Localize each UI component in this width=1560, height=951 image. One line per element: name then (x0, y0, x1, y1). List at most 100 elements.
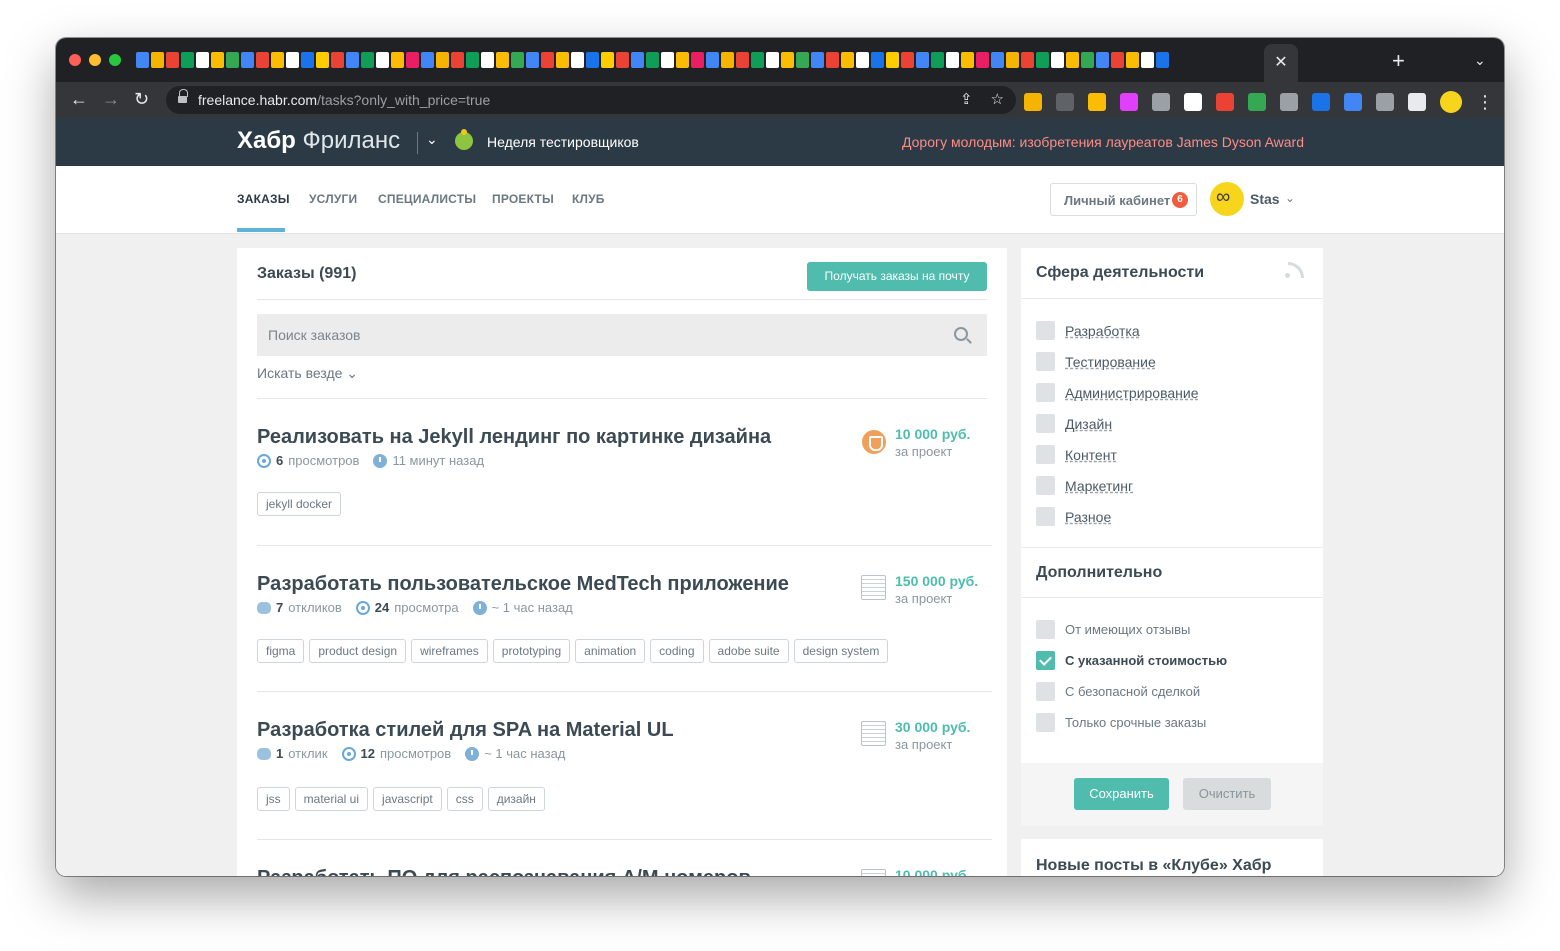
tab-favicon-icon[interactable] (1006, 52, 1019, 68)
forward-arrow-icon[interactable]: → (102, 88, 120, 110)
tag[interactable]: дизайн (487, 787, 545, 811)
personal-cabinet-button[interactable]: Личный кабинет 6 (1050, 183, 1197, 216)
tag[interactable]: jekyll docker (257, 492, 342, 516)
extension-icon[interactable] (1024, 93, 1042, 111)
extension-icon[interactable] (1312, 93, 1330, 111)
tab-favicon-icon[interactable] (421, 52, 434, 68)
tag[interactable]: coding (650, 639, 704, 663)
tab-favicon-icon[interactable] (376, 52, 389, 68)
tab-favicon-icon[interactable] (676, 52, 689, 68)
tab-favicon-icon[interactable] (556, 52, 569, 68)
category-checkbox[interactable]: Разное (1036, 507, 1111, 526)
tab-favicon-icon[interactable] (1081, 52, 1094, 68)
tab-favicon-icon[interactable] (496, 52, 509, 68)
tab-favicon-icon[interactable] (706, 52, 719, 68)
task-title[interactable]: Разработать ПО для распознавания А/М ном… (257, 867, 751, 876)
checkbox[interactable] (1036, 682, 1055, 701)
checkbox[interactable] (1036, 476, 1055, 495)
close-window-button[interactable] (69, 54, 81, 66)
tab-favicon-icon[interactable] (241, 52, 254, 68)
active-tab[interactable]: ✕ (1264, 44, 1298, 82)
nav-services[interactable]: УСЛУГИ (309, 192, 357, 206)
tab-favicon-icon[interactable] (526, 52, 539, 68)
reload-icon[interactable]: ↻ (134, 88, 149, 110)
extension-icon[interactable] (1376, 93, 1394, 111)
extra-filter-checkbox[interactable]: С указанной стоимостью (1036, 651, 1227, 670)
url-text[interactable]: freelance.habr.com/tasks?only_with_price… (198, 92, 490, 108)
checkbox[interactable] (1036, 321, 1055, 340)
address-bar[interactable]: freelance.habr.com/tasks?only_with_price… (166, 86, 1016, 114)
nav-projects[interactable]: ПРОЕКТЫ (492, 192, 554, 206)
task-title[interactable]: Разработка стилей для SPA на Material UL (257, 719, 674, 742)
tab-favicon-icon[interactable] (886, 52, 899, 68)
tab-favicon-icon[interactable] (361, 52, 374, 68)
tab-favicon-icon[interactable] (301, 52, 314, 68)
nav-specialists[interactable]: СПЕЦИАЛИСТЫ (378, 192, 476, 206)
checkbox[interactable] (1036, 620, 1055, 639)
checkbox[interactable] (1036, 352, 1055, 371)
tab-favicon-icon[interactable] (976, 52, 989, 68)
tab-favicon-icon[interactable] (1111, 52, 1124, 68)
category-checkbox[interactable]: Маркетинг (1036, 476, 1133, 495)
tab-favicon-icon[interactable] (961, 52, 974, 68)
checkbox[interactable] (1036, 445, 1055, 464)
tab-favicon-icon[interactable] (781, 52, 794, 68)
tag[interactable]: design system (793, 639, 889, 663)
user-name[interactable]: Stas (1250, 191, 1280, 207)
tag[interactable]: javascript (373, 787, 442, 811)
checkbox[interactable] (1036, 383, 1055, 402)
tag[interactable]: animation (575, 639, 646, 663)
club-posts-title[interactable]: Новые посты в «Клубе» Хабр (1036, 857, 1271, 875)
tab-favicon-icon[interactable] (256, 52, 269, 68)
tab-favicon-icon[interactable] (436, 52, 449, 68)
tab-favicon-icon[interactable] (736, 52, 749, 68)
promo-text[interactable]: Неделя тестировщиков (487, 134, 639, 150)
tab-favicon-icon[interactable] (691, 52, 704, 68)
extra-filter-checkbox[interactable]: От имеющих отзывы (1036, 620, 1190, 639)
tab-favicon-icon[interactable] (151, 52, 164, 68)
tab-favicon-icon[interactable] (211, 52, 224, 68)
user-menu-chevron-icon[interactable]: ⌄ (1285, 191, 1295, 205)
close-tab-icon[interactable]: ✕ (1274, 54, 1287, 71)
share-icon[interactable]: ⇪ (960, 90, 973, 108)
tab-favicon-icon[interactable] (1036, 52, 1049, 68)
tab-favicon-icon[interactable] (451, 52, 464, 68)
checkbox[interactable] (1036, 713, 1055, 732)
tab-favicon-icon[interactable] (196, 52, 209, 68)
tab-favicon-icon[interactable] (466, 52, 479, 68)
tag[interactable]: css (446, 787, 483, 811)
new-tab-button[interactable]: + (1392, 50, 1405, 72)
category-checkbox[interactable]: Контент (1036, 445, 1117, 464)
tab-favicon-icon[interactable] (316, 52, 329, 68)
tab-favicon-icon[interactable] (631, 52, 644, 68)
minimize-window-button[interactable] (89, 54, 101, 66)
tab-favicon-icon[interactable] (826, 52, 839, 68)
tab-favicon-icon[interactable] (1051, 52, 1064, 68)
subscribe-email-button[interactable]: Получать заказы на почту (807, 262, 987, 291)
tab-favicon-icon[interactable] (916, 52, 929, 68)
extension-icon[interactable] (1056, 93, 1074, 111)
tab-favicon-icon[interactable] (1066, 52, 1079, 68)
nav-orders[interactable]: ЗАКАЗЫ (237, 192, 290, 206)
tab-favicon-icon[interactable] (616, 52, 629, 68)
tab-favicon-icon[interactable] (586, 52, 599, 68)
maximize-window-button[interactable] (109, 54, 121, 66)
tab-favicon-icon[interactable] (391, 52, 404, 68)
tag[interactable]: jss (257, 787, 290, 811)
checkbox[interactable] (1036, 414, 1055, 433)
tag[interactable]: adobe suite (708, 639, 789, 663)
clear-filters-button[interactable]: Очистить (1183, 778, 1271, 810)
tab-favicon-icon[interactable] (541, 52, 554, 68)
tab-favicon-icon[interactable] (1156, 52, 1169, 68)
extra-filter-checkbox[interactable]: Только срочные заказы (1036, 713, 1206, 732)
tab-favicon-icon[interactable] (1021, 52, 1034, 68)
search-input[interactable] (257, 314, 947, 356)
tab-favicon-icon[interactable] (511, 52, 524, 68)
tab-favicon-icon[interactable] (346, 52, 359, 68)
tab-favicon-icon[interactable] (811, 52, 824, 68)
tab-favicon-icon[interactable] (1141, 52, 1154, 68)
tab-favicon-icon[interactable] (181, 52, 194, 68)
tab-favicon-icon[interactable] (601, 52, 614, 68)
tab-favicon-icon[interactable] (931, 52, 944, 68)
tag[interactable]: material ui (294, 787, 369, 811)
